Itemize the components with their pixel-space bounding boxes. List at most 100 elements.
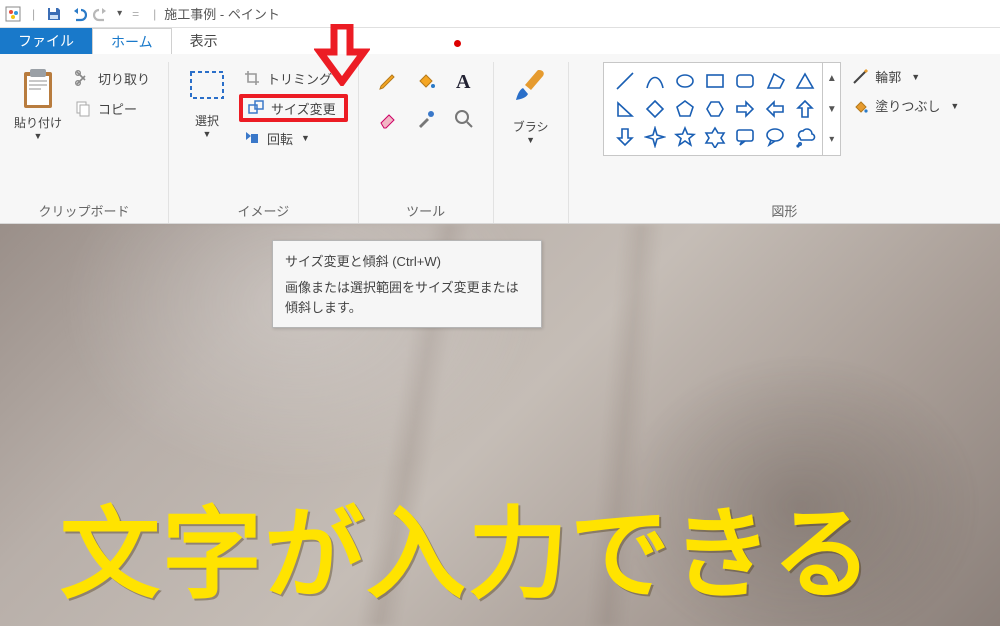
copy-icon (74, 99, 92, 117)
outline-button[interactable]: 輪郭 ▼ (845, 64, 965, 89)
copy-label: コピー (98, 99, 137, 118)
scissors-icon (74, 69, 92, 87)
resize-icon (247, 99, 265, 117)
select-label: 選択 (195, 112, 219, 129)
group-image-label: イメージ (179, 201, 348, 223)
chevron-down-icon: ▼ (911, 72, 920, 82)
shape-star5[interactable] (670, 123, 700, 151)
bucket-icon (851, 97, 869, 115)
shape-callout-oval[interactable] (760, 123, 790, 151)
outline-label: 輪郭 (875, 67, 901, 86)
bucket-icon (414, 69, 438, 93)
shape-hexagon[interactable] (700, 95, 730, 123)
group-tools-label: ツール (369, 201, 483, 223)
chevron-down-icon: ▼ (203, 129, 212, 139)
shapes-scroll-up[interactable]: ▲ (823, 63, 840, 94)
group-shapes-label: 図形 (579, 201, 990, 223)
pencil-icon (376, 69, 400, 93)
ribbon-tabs: ファイル ホーム 表示 (0, 28, 1000, 54)
fill-button[interactable]: 塗りつぶし ▼ (845, 93, 965, 118)
brushes-label: ブラシ (513, 118, 549, 135)
fill-label: 塗りつぶし (875, 96, 940, 115)
canvas-overlay-text: 文字が入力できる (60, 473, 874, 618)
resize-tooltip: サイズ変更と傾斜 (Ctrl+W) 画像または選択範囲をサイズ変更または傾斜しま… (272, 240, 542, 328)
shape-line[interactable] (610, 67, 640, 95)
brushes-button[interactable]: ブラシ ▼ (504, 62, 558, 145)
rotate-button[interactable]: 回転 ▼ (239, 124, 348, 152)
brush-icon (511, 66, 551, 112)
save-icon[interactable] (45, 5, 63, 23)
separator: | (153, 7, 156, 21)
shape-right-triangle[interactable] (610, 95, 640, 123)
clipboard-icon (18, 66, 58, 112)
magnifier-icon (452, 107, 476, 131)
shape-pentagon[interactable] (670, 95, 700, 123)
separator: | (32, 7, 35, 21)
shape-rect[interactable] (700, 67, 730, 95)
annotation-arrow-icon (314, 24, 370, 86)
eraser-icon (376, 107, 400, 131)
outline-icon (851, 68, 869, 86)
shape-triangle[interactable] (790, 67, 820, 95)
qat-dropdown-icon[interactable]: ▾ (117, 8, 122, 19)
chevron-down-icon: ▼ (950, 101, 959, 111)
chevron-down-icon: ▼ (34, 131, 43, 141)
eraser-tool[interactable] (371, 102, 405, 136)
annotation-dot-icon (454, 40, 461, 47)
ribbon: 貼り付け ▼ 切り取り コピー クリップボード 選 (0, 54, 1000, 224)
chevron-down-icon: ▼ (301, 133, 310, 143)
rotate-icon (243, 129, 261, 147)
shape-round-rect[interactable] (730, 67, 760, 95)
color-picker-tool[interactable] (409, 102, 443, 136)
shape-oval[interactable] (670, 67, 700, 95)
tab-home[interactable]: ホーム (92, 28, 172, 54)
separator: = (132, 7, 139, 21)
tab-view[interactable]: 表示 (172, 28, 236, 54)
shapes-scroll-expand[interactable]: ▾ (823, 124, 840, 155)
group-clipboard: 貼り付け ▼ 切り取り コピー クリップボード (0, 62, 169, 223)
group-brush-label (504, 201, 558, 223)
undo-icon[interactable] (69, 5, 87, 23)
window-title: 施工事例 - ペイント (164, 4, 280, 23)
shape-curve[interactable] (640, 67, 670, 95)
paste-button[interactable]: 貼り付け ▼ (10, 62, 66, 143)
group-tools: A ツール (359, 62, 494, 223)
group-clipboard-label: クリップボード (10, 201, 158, 223)
resize-label: サイズ変更 (271, 99, 336, 118)
shape-arrow-down[interactable] (610, 123, 640, 151)
shape-star6[interactable] (700, 123, 730, 151)
app-icon (4, 5, 22, 23)
shapes-scroll-down[interactable]: ▼ (823, 94, 840, 125)
shape-callout-cloud[interactable] (790, 123, 820, 151)
group-image: 選択 ▼ トリミング サイズ変更 回転 ▼ イメージ (169, 62, 359, 223)
tooltip-title: サイズ変更と傾斜 (Ctrl+W) (285, 251, 529, 270)
group-brush: ブラシ ▼ (494, 62, 569, 223)
redo-icon[interactable] (93, 5, 111, 23)
rotate-label: 回転 (267, 129, 293, 148)
group-shapes: ▲ ▼ ▾ 輪郭 ▼ 塗りつぶし ▼ 図形 (569, 62, 1000, 223)
shape-polygon[interactable] (760, 67, 790, 95)
copy-button[interactable]: コピー (70, 94, 158, 122)
shape-callout-rect[interactable] (730, 123, 760, 151)
shape-diamond[interactable] (640, 95, 670, 123)
text-tool[interactable]: A (447, 64, 481, 98)
shape-star4[interactable] (640, 123, 670, 151)
title-bar: | ▾ = | 施工事例 - ペイント (0, 0, 1000, 28)
resize-button[interactable]: サイズ変更 (239, 94, 348, 122)
select-button[interactable]: 選択 ▼ (179, 62, 235, 141)
shapes-gallery[interactable]: ▲ ▼ ▾ (603, 62, 841, 156)
shape-arrow-right[interactable] (730, 95, 760, 123)
tab-file[interactable]: ファイル (0, 28, 92, 54)
fill-tool[interactable] (409, 64, 443, 98)
shape-arrow-left[interactable] (760, 95, 790, 123)
svg-text:A: A (456, 71, 471, 93)
paste-label: 貼り付け (14, 114, 62, 131)
shape-arrow-up[interactable] (790, 95, 820, 123)
text-icon: A (452, 69, 476, 93)
cut-label: 切り取り (98, 69, 150, 88)
cut-button[interactable]: 切り取り (70, 64, 158, 92)
pencil-tool[interactable] (371, 64, 405, 98)
magnifier-tool[interactable] (447, 102, 481, 136)
tooltip-body: 画像または選択範囲をサイズ変更または傾斜します。 (285, 278, 529, 317)
select-icon (185, 66, 229, 110)
